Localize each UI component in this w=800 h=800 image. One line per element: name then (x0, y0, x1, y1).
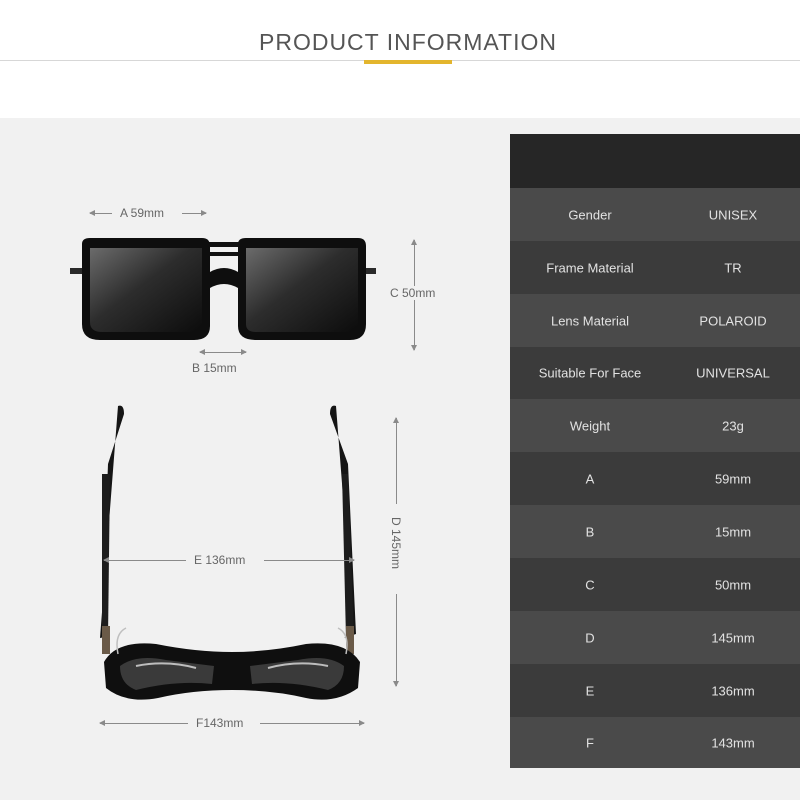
spec-value: TR (724, 260, 742, 275)
spec-row: C 50mm (510, 558, 800, 611)
spec-label: C (585, 577, 595, 592)
spec-value: 143mm (711, 735, 755, 750)
header-accent-bar (364, 60, 452, 64)
spec-row: Weight 23g (510, 399, 800, 452)
dimension-e-label: E 136mm (194, 553, 246, 567)
spec-label: E (585, 683, 595, 698)
sunglasses-front-image (70, 238, 376, 340)
spec-row: E 136mm (510, 664, 800, 717)
dimension-b-arrow (199, 349, 247, 355)
dimension-d-label: D 145mm (389, 516, 403, 569)
spec-row: Frame Material TR (510, 241, 800, 294)
spec-value: POLAROID (699, 313, 767, 328)
spec-label: Suitable For Face (538, 365, 642, 381)
spec-value: 50mm (714, 577, 752, 592)
header: PRODUCT INFORMATION (0, 0, 800, 118)
dimension-d-arrow-bottom (393, 594, 399, 687)
spec-value: 15mm (714, 524, 752, 539)
spec-value: UNISEX (708, 207, 758, 222)
dimension-e-arrow-right (264, 557, 355, 563)
spec-label: Gender (568, 207, 612, 222)
spec-label: Weight (569, 418, 611, 433)
spec-row: Suitable For Face UNIVERSAL (510, 347, 800, 399)
dimension-e-arrow-left (103, 557, 186, 563)
spec-label: Lens Material (550, 313, 630, 328)
dimension-a-arrow-right (182, 210, 207, 216)
spec-row: A 59mm (510, 452, 800, 505)
dimension-c-label: C 50mm (388, 286, 438, 300)
spec-row: B 15mm (510, 505, 800, 558)
dimension-d-arrow-top (393, 417, 399, 504)
spec-value: 145mm (711, 630, 755, 645)
spec-value: 59mm (714, 471, 752, 486)
spec-label: F (586, 735, 594, 750)
spec-value: 136mm (711, 683, 755, 698)
spec-label: A (585, 471, 595, 486)
dimension-f-arrow-right (260, 720, 365, 726)
page-title: PRODUCT INFORMATION (259, 29, 557, 55)
spec-table: Gender UNISEX Frame Material TR Lens Materia… (510, 134, 800, 768)
spec-row: D 145mm (510, 611, 800, 664)
spec-label: B (585, 524, 595, 539)
dimension-f-arrow-left (99, 720, 188, 726)
spec-row: Gender UNISEX (510, 188, 800, 241)
spec-row: Lens Material POLAROID (510, 294, 800, 347)
spec-row: F 143mm (510, 717, 800, 768)
spec-value: UNIVERSAL (696, 365, 770, 381)
spec-value: 23g (722, 418, 744, 433)
spec-table-header (510, 134, 800, 188)
dimension-b-label: B 15mm (192, 361, 237, 375)
spec-label: D (585, 630, 595, 645)
dimension-f-label: F143mm (196, 716, 244, 730)
spec-label: Frame Material (546, 260, 634, 275)
dimension-a-label: A 59mm (120, 206, 165, 220)
dimension-a-arrow-left (89, 210, 112, 216)
